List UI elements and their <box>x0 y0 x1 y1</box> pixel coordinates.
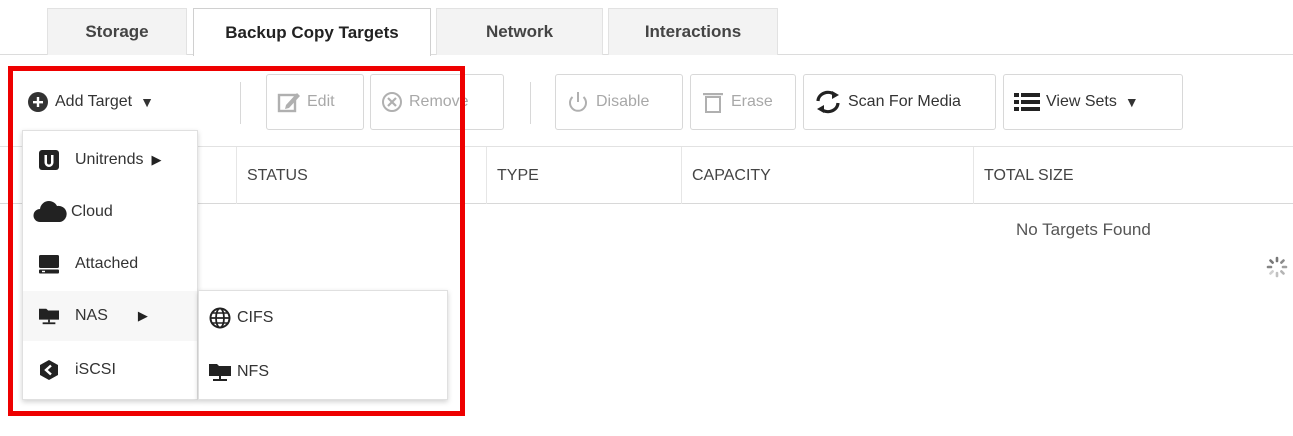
page: Storage Backup Copy Targets Network Inte… <box>0 0 1293 436</box>
menu-item-label: Attached <box>75 255 139 272</box>
tab-label: Backup Copy Targets <box>225 22 399 42</box>
tab-network[interactable]: Network <box>436 8 603 55</box>
caret-down-icon: ▼ <box>1124 94 1139 110</box>
tab-interactions[interactable]: Interactions <box>608 8 778 55</box>
loading-spinner-icon <box>1265 255 1289 279</box>
tab-label: Storage <box>85 22 149 41</box>
nas-icon <box>209 362 231 382</box>
plus-circle-icon <box>27 91 49 113</box>
menu-item-nas[interactable]: NAS ▶ <box>23 291 197 341</box>
submenu-arrow-icon: ▶ <box>151 152 162 167</box>
menu-item-unitrends[interactable]: Unitrends ▶ <box>23 135 197 185</box>
column-label: STATUS <box>247 166 308 184</box>
menu-item-label: iSCSI <box>75 361 116 378</box>
empty-table-message: No Targets Found <box>1016 220 1151 239</box>
list-icon <box>1014 91 1040 113</box>
view-sets-label: View Sets <box>1046 93 1117 110</box>
view-sets-button[interactable]: View Sets ▼ <box>1003 74 1183 130</box>
column-label: TOTAL SIZE <box>984 166 1074 184</box>
scan-for-media-button[interactable]: Scan For Media <box>803 74 996 130</box>
erase-label: Erase <box>731 93 773 110</box>
menu-item-label: NFS <box>237 363 269 380</box>
column-header-status[interactable]: STATUS <box>237 147 487 204</box>
tab-bar: Storage Backup Copy Targets Network Inte… <box>0 0 1293 56</box>
drive-icon <box>39 254 59 274</box>
iscsi-icon <box>39 360 59 380</box>
tab-backup-copy-targets[interactable]: Backup Copy Targets <box>193 8 431 56</box>
submenu-arrow-icon: ▶ <box>137 308 148 323</box>
disable-label: Disable <box>596 93 650 110</box>
column-header-total-size[interactable]: TOTAL SIZE <box>974 147 1293 204</box>
menu-item-label: CIFS <box>237 309 274 326</box>
nas-submenu: CIFS NFS <box>198 290 448 400</box>
menu-item-label: Cloud <box>71 203 113 220</box>
add-target-menu: Unitrends ▶ Cloud Attached NAS ▶ iSCSI <box>22 130 198 400</box>
disable-button[interactable]: Disable <box>555 74 683 130</box>
remove-circle-icon <box>381 91 403 113</box>
tab-label: Network <box>485 22 554 41</box>
column-label: CAPACITY <box>692 166 771 184</box>
column-header-type[interactable]: TYPE <box>487 147 682 204</box>
menu-item-label: NAS <box>75 307 108 324</box>
column-header-capacity[interactable]: CAPACITY <box>682 147 974 204</box>
menu-item-iscsi[interactable]: iSCSI <box>23 345 197 395</box>
edit-button[interactable]: Edit <box>266 74 364 130</box>
nas-icon <box>39 306 59 326</box>
remove-button[interactable]: Remove <box>370 74 504 130</box>
trash-icon <box>701 90 725 114</box>
tab-storage[interactable]: Storage <box>47 8 187 55</box>
caret-down-icon: ▼ <box>140 94 154 110</box>
unitrends-icon <box>39 150 59 170</box>
add-target-button[interactable]: Add Target ▼ <box>16 74 212 130</box>
erase-button[interactable]: Erase <box>690 74 796 130</box>
menu-item-cloud[interactable]: Cloud <box>23 187 197 237</box>
edit-icon <box>277 91 301 113</box>
scan-label: Scan For Media <box>848 93 961 110</box>
globe-icon <box>209 307 231 329</box>
refresh-icon <box>814 89 842 115</box>
column-label: TYPE <box>497 166 539 184</box>
edit-label: Edit <box>307 93 335 110</box>
toolbar-divider <box>240 82 241 124</box>
add-target-label: Add Target <box>55 93 133 110</box>
toolbar-divider <box>530 82 531 124</box>
menu-item-attached[interactable]: Attached <box>23 239 197 289</box>
menu-item-label: Unitrends <box>75 151 144 168</box>
menu-item-nfs[interactable]: NFS <box>199 347 447 397</box>
cloud-icon <box>33 201 67 222</box>
power-icon <box>566 90 590 114</box>
tab-label: Interactions <box>644 22 742 41</box>
menu-item-cifs[interactable]: CIFS <box>199 293 447 343</box>
remove-label: Remove <box>409 93 469 110</box>
